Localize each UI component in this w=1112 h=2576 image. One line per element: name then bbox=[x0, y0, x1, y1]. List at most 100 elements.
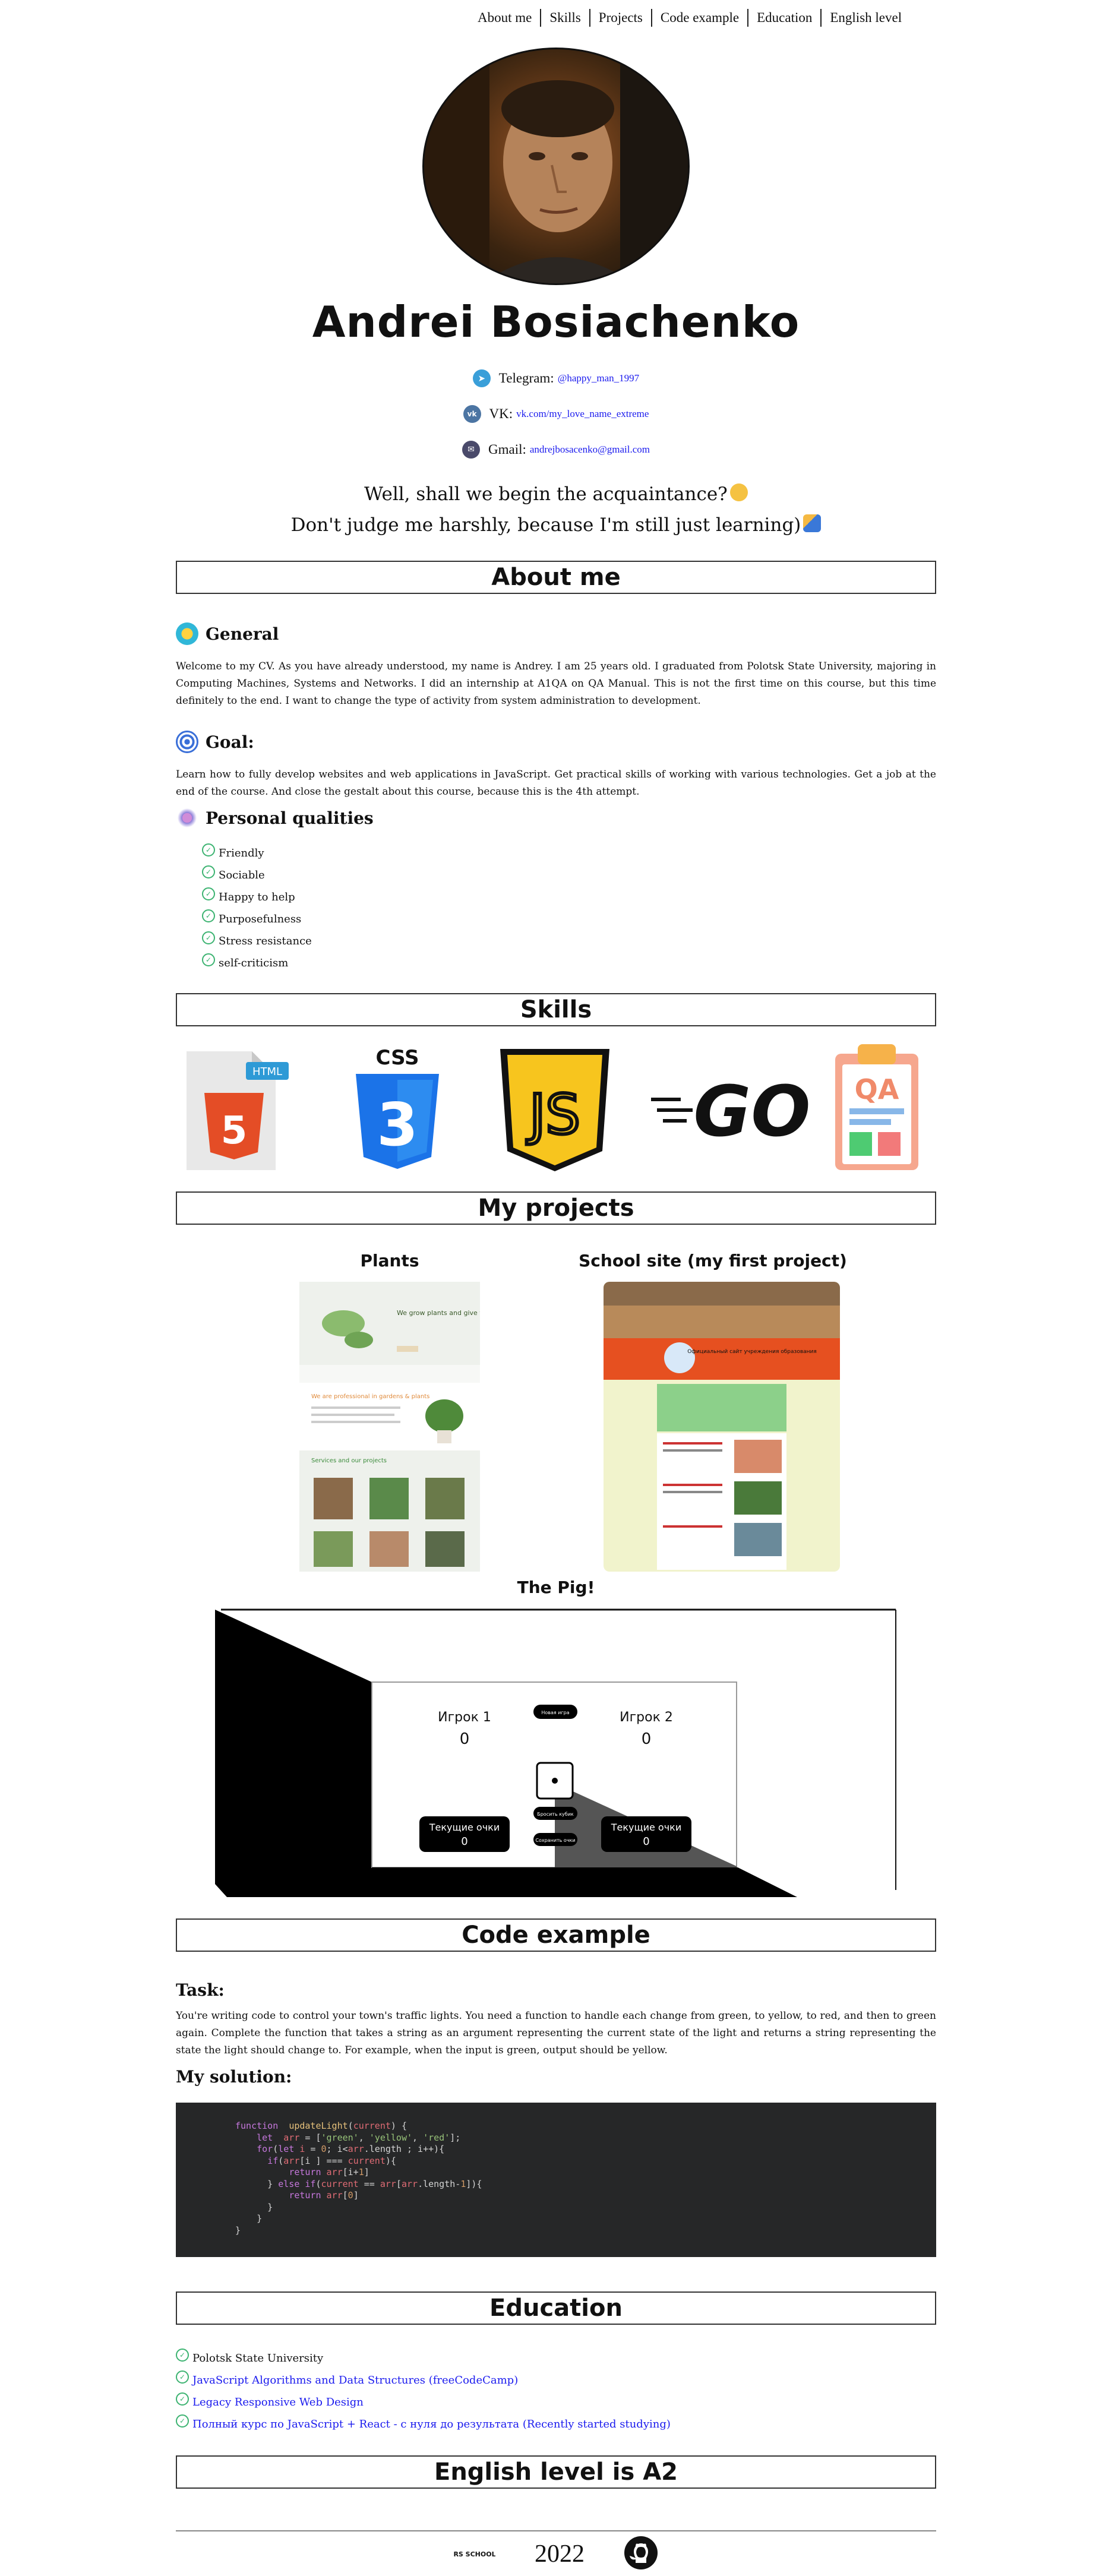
education-list: ✓ Polotsk State University ✓ JavaScript Al… bbox=[176, 2347, 671, 2435]
smile-emoji-icon bbox=[729, 483, 748, 501]
pig-player2-label: Игрок 2 bbox=[620, 1710, 673, 1725]
task-text: You're writing code to control your town… bbox=[176, 2010, 936, 2056]
vk-link[interactable]: vk.com/my_love_name_extreme bbox=[516, 408, 649, 420]
pig-roll-button: Бросить кубик bbox=[537, 1812, 574, 1817]
general-text: Welcome to my CV. As you have already un… bbox=[176, 660, 936, 707]
list-item: ✓ Polotsk State University bbox=[176, 2347, 671, 2369]
golang-icon: GO bbox=[651, 1070, 811, 1152]
css3-icon: CSS 3 bbox=[356, 1046, 439, 1169]
rs-school-icon: RS SCHOOL bbox=[453, 2550, 495, 2558]
footer: RS SCHOOL 2022 bbox=[0, 2536, 1112, 2572]
html-badge: HTML bbox=[252, 1066, 282, 1078]
pig-game-screenshot: Игрок 1 0 Игрок 2 0 Новая игра Бросить к… bbox=[215, 1605, 897, 1897]
contact-label: VK: bbox=[489, 406, 513, 421]
education-link[interactable]: Полный курс по JavaScript + React - с ну… bbox=[192, 2418, 671, 2430]
github-link[interactable] bbox=[624, 2536, 658, 2572]
education-link[interactable]: Legacy Responsive Web Design bbox=[192, 2396, 364, 2409]
goal-title: Goal: bbox=[206, 732, 254, 752]
project-title-plants: Plants bbox=[360, 1251, 419, 1270]
pig-player1-label: Игрок 1 bbox=[438, 1710, 491, 1725]
check-icon: ✓ bbox=[202, 865, 215, 878]
goal-text: Learn how to fully develop websites and … bbox=[176, 769, 936, 798]
javascript-icon: JS bbox=[500, 1049, 609, 1171]
project-thumb-plants[interactable]: We grow plants and give you oxygen We ar… bbox=[299, 1282, 480, 1572]
check-icon: ✓ bbox=[202, 931, 215, 944]
skills-row: 5 HTML CSS 3 JS GO QA bbox=[176, 1039, 936, 1182]
section-title-english: English level is A2 bbox=[176, 2455, 936, 2489]
telegram-icon: ➤ bbox=[472, 369, 491, 387]
css3-glyph: 3 bbox=[377, 1090, 418, 1159]
general-title: General bbox=[206, 624, 279, 644]
plants-subheading: We are professional in gardens & plants bbox=[311, 1393, 429, 1400]
footer-divider bbox=[176, 2530, 936, 2531]
nav-skills[interactable]: Skills bbox=[541, 9, 590, 27]
pig-current-score-2: 0 bbox=[643, 1835, 649, 1848]
section-title-about: About me bbox=[176, 561, 936, 594]
section-title-code: Code example bbox=[176, 1918, 936, 1952]
project-thumb-school[interactable]: Официальный сайт учреждения образования bbox=[604, 1282, 840, 1572]
css-label: CSS bbox=[375, 1046, 419, 1070]
check-icon: ✓ bbox=[202, 953, 215, 966]
list-item: ✓ Happy to help bbox=[202, 886, 312, 908]
project-thumb-pig[interactable]: Игрок 1 0 Игрок 2 0 Новая игра Бросить к… bbox=[215, 1605, 897, 1897]
js-glyph: JS bbox=[526, 1083, 580, 1146]
school-screenshot: Официальный сайт учреждения образования bbox=[604, 1282, 840, 1570]
nav-english-level[interactable]: English level bbox=[822, 9, 910, 27]
html5-glyph: 5 bbox=[221, 1109, 248, 1153]
rs-school-logo[interactable]: RS SCHOOL bbox=[453, 2541, 495, 2567]
code-text: function updateLight(current) { let arr … bbox=[235, 2120, 482, 2236]
nav-education[interactable]: Education bbox=[748, 9, 822, 27]
footer-year: 2022 bbox=[535, 2540, 585, 2568]
greeting-text: Don't judge me harshly, because I'm stil… bbox=[290, 514, 801, 536]
contact-telegram: ➤ Telegram: @happy_man_1997 bbox=[0, 369, 1112, 387]
check-icon: ✓ bbox=[176, 2392, 189, 2406]
quality-text: self-criticism bbox=[219, 957, 289, 969]
qualities-list: ✓ Friendly ✓ Sociable ✓ Happy to help ✓ Purp… bbox=[202, 842, 312, 974]
list-item: ✓ Friendly bbox=[202, 842, 312, 864]
contact-label: Telegram: bbox=[498, 371, 554, 385]
list-item: ✓ Legacy Responsive Web Design bbox=[176, 2391, 671, 2413]
nav-projects[interactable]: Projects bbox=[590, 9, 652, 27]
books-emoji-icon bbox=[803, 514, 822, 532]
gmail-icon: ✉ bbox=[462, 441, 480, 459]
education-link[interactable]: JavaScript Algorithms and Data Structure… bbox=[192, 2374, 518, 2387]
avatar bbox=[422, 48, 690, 285]
project-title-pig: The Pig! bbox=[517, 1578, 595, 1597]
pig-player1-score: 0 bbox=[460, 1730, 470, 1748]
nav-code-example[interactable]: Code example bbox=[652, 9, 749, 27]
plants-services: Services and our projects bbox=[311, 1458, 387, 1464]
vk-icon: vk bbox=[463, 405, 481, 423]
greeting-line-2: Don't judge me harshly, because I'm stil… bbox=[0, 514, 1112, 536]
check-icon: ✓ bbox=[176, 2370, 189, 2384]
top-nav: About me Skills Projects Code example Ed… bbox=[469, 7, 910, 29]
nav-about-me[interactable]: About me bbox=[469, 9, 542, 27]
pig-player2-score: 0 bbox=[642, 1730, 652, 1748]
goal-heading: Goal: bbox=[176, 731, 254, 753]
pig-current-label-2: Текущие очки bbox=[611, 1822, 681, 1833]
github-icon bbox=[624, 2536, 658, 2569]
quality-text: Happy to help bbox=[219, 891, 295, 903]
general-heading: General bbox=[176, 622, 279, 645]
code-block: function updateLight(current) { let arr … bbox=[176, 2103, 936, 2257]
pig-new-game-button: Новая игра bbox=[541, 1710, 569, 1715]
list-item: ✓ Purposefulness bbox=[202, 908, 312, 930]
check-icon: ✓ bbox=[176, 2414, 189, 2428]
gmail-link[interactable]: andrejbosacenko@gmail.com bbox=[530, 444, 650, 456]
qa-label: QA bbox=[855, 1073, 899, 1105]
qualities-heading: Personal qualities bbox=[176, 807, 374, 829]
check-icon: ✓ bbox=[202, 909, 215, 922]
page-title: Andrei Bosiachenko bbox=[312, 297, 800, 347]
plants-heading: We grow plants and give you oxygen bbox=[397, 1309, 480, 1317]
globe-icon bbox=[176, 622, 198, 645]
list-item: ✓ Полный курс по JavaScript + React - с н… bbox=[176, 2413, 671, 2435]
contact-vk: vk VK: vk.com/my_love_name_extreme bbox=[0, 405, 1112, 423]
pig-current-label-1: Текущие очки bbox=[429, 1822, 500, 1833]
avatar-photo bbox=[424, 49, 688, 283]
quality-text: Stress resistance bbox=[219, 935, 312, 947]
pig-current-score-1: 0 bbox=[461, 1835, 467, 1848]
person-network-icon bbox=[176, 807, 198, 829]
greeting-line-1: Well, shall we begin the acquaintance? bbox=[0, 483, 1112, 505]
telegram-link[interactable]: @happy_man_1997 bbox=[558, 372, 639, 384]
project-title-school: School site (my first project) bbox=[579, 1251, 847, 1270]
html5-icon: 5 HTML bbox=[187, 1051, 289, 1170]
